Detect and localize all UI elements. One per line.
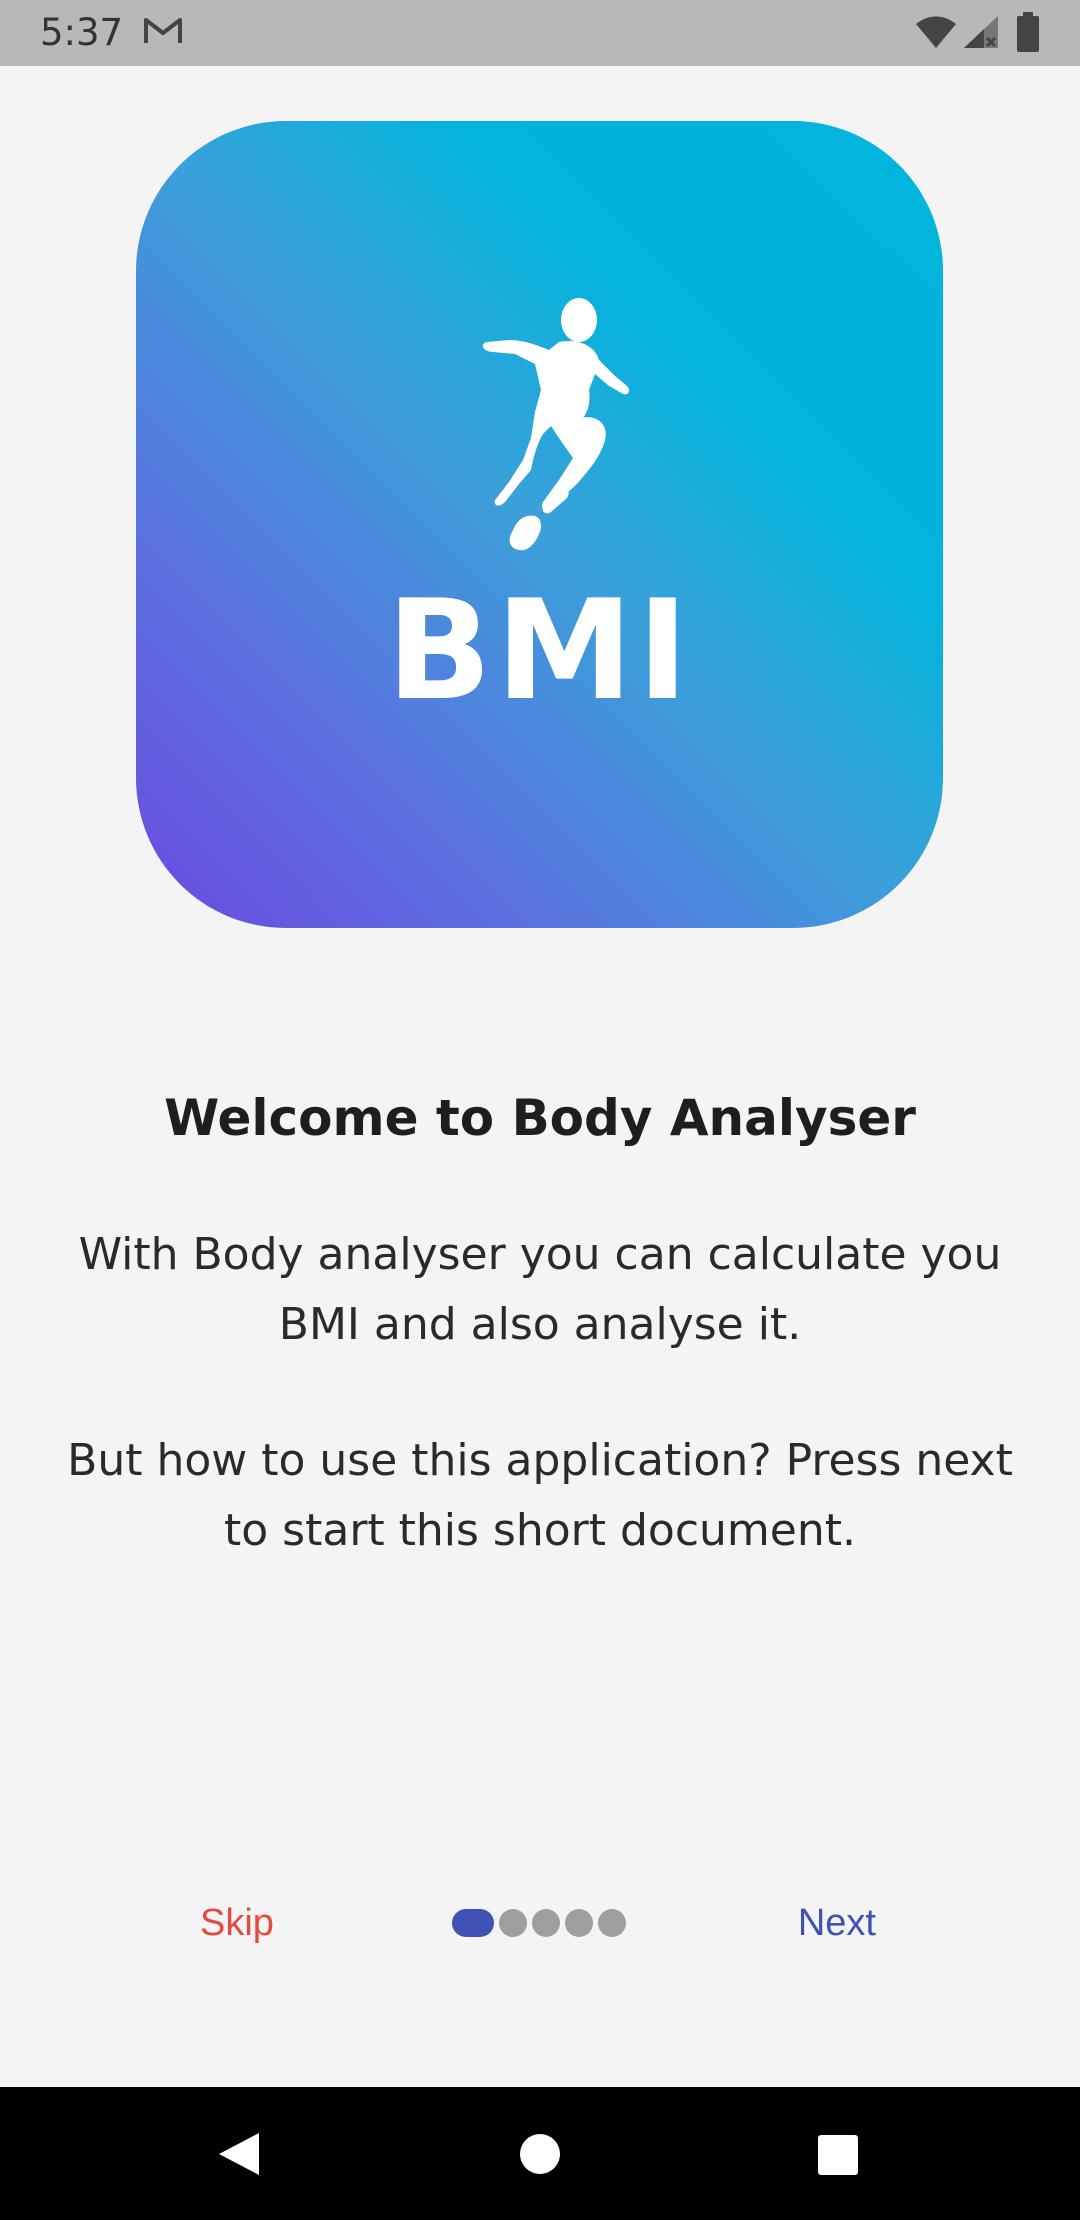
logo-text: BMI	[386, 570, 693, 731]
page-dot-1	[452, 1909, 494, 1937]
app-logo: BMI	[136, 121, 943, 928]
battery-icon	[1017, 12, 1039, 52]
system-navigation-bar	[0, 2087, 1080, 2220]
page-dot-3	[532, 1909, 560, 1937]
gmail-icon	[144, 18, 182, 43]
status-time: 5:37	[40, 11, 124, 54]
next-button[interactable]: Next	[798, 1890, 876, 1956]
skip-button[interactable]: Skip	[200, 1890, 274, 1956]
recents-icon[interactable]	[817, 2134, 859, 2176]
page-indicator	[452, 1909, 631, 1937]
intro-paragraph: With Body analyser you can calculate you…	[78, 1229, 1002, 1350]
status-bar: 5:37	[0, 0, 1080, 66]
welcome-title: Welcome to Body Analyser	[164, 1089, 916, 1147]
page-dot-5	[598, 1909, 626, 1937]
page-dot-2	[499, 1909, 527, 1937]
instruction-paragraph: But how to use this application? Press n…	[67, 1435, 1013, 1556]
runner-icon	[482, 298, 630, 551]
wifi-icon	[916, 16, 956, 48]
back-icon[interactable]	[217, 2131, 261, 2177]
cell-signal-icon	[964, 16, 998, 48]
onboarding-navigation: Skip Next	[0, 1890, 1080, 1956]
home-icon[interactable]	[519, 2133, 561, 2175]
page-dot-4	[565, 1909, 593, 1937]
